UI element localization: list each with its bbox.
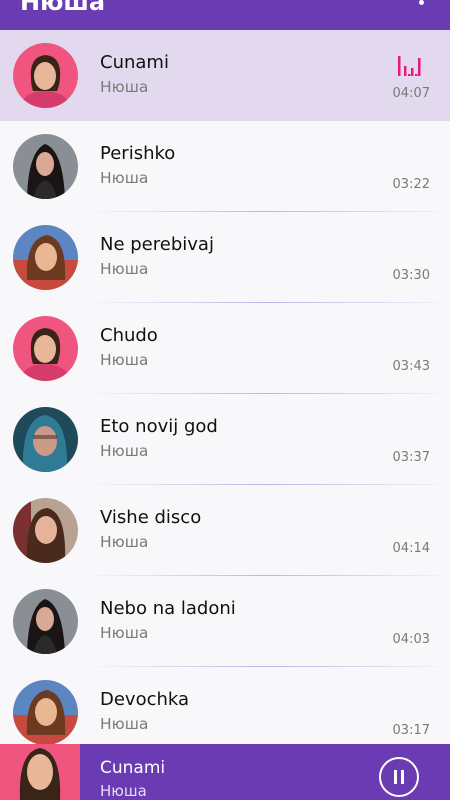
song-duration: 04:03 [392, 632, 430, 647]
song-row[interactable]: Vishe disco Нюша 04:14 [0, 485, 450, 576]
song-duration: 03:37 [392, 450, 430, 465]
artist-avatar [13, 225, 78, 290]
overflow-menu-icon[interactable] [419, 0, 424, 5]
song-row[interactable]: Ne perebivaj Нюша 03:30 [0, 212, 450, 303]
now-playing-artwork [0, 744, 80, 800]
artist-avatar [13, 589, 78, 654]
song-artist: Нюша [100, 533, 149, 551]
artist-avatar [13, 498, 78, 563]
song-artist: Нюша [100, 169, 149, 187]
equalizer-icon [398, 56, 421, 76]
song-title: Nebo na ladoni [100, 598, 236, 619]
song-title: Vishe disco [100, 507, 202, 528]
pause-icon-bar [401, 770, 404, 784]
song-list: Cunami Нюша 04:07 Perishko Нюша 03:22 Ne… [0, 30, 450, 744]
song-row[interactable]: Nebo na ladoni Нюша 04:03 [0, 576, 450, 667]
song-duration: 03:17 [392, 723, 430, 738]
song-title: Eto novij god [100, 416, 218, 437]
artist-avatar [13, 407, 78, 472]
now-playing-artist: Нюша [100, 782, 147, 800]
pause-icon [394, 770, 397, 784]
pause-button[interactable] [379, 757, 419, 797]
song-row[interactable]: Devochka Нюша 03:17 [0, 667, 450, 744]
artist-avatar [13, 134, 78, 199]
song-artist: Нюша [100, 624, 149, 642]
song-row[interactable]: Perishko Нюша 03:22 [0, 121, 450, 212]
song-title: Devochka [100, 689, 190, 710]
song-duration: 04:14 [392, 541, 430, 556]
song-artist: Нюша [100, 260, 149, 278]
song-artist: Нюша [100, 715, 149, 733]
now-playing-bar[interactable]: Cunami Нюша [0, 744, 450, 800]
artist-avatar [13, 43, 78, 108]
song-artist: Нюша [100, 442, 149, 460]
song-artist: Нюша [100, 78, 149, 96]
song-row-active[interactable]: Cunami Нюша 04:07 [0, 30, 450, 121]
song-title: Cunami [100, 52, 169, 73]
song-row[interactable]: Eto novij god Нюша 03:37 [0, 394, 450, 485]
song-duration: 03:30 [392, 268, 430, 283]
artist-avatar [13, 316, 78, 381]
song-duration: 04:07 [392, 86, 430, 101]
app-title: Нюша [20, 0, 106, 16]
song-row[interactable]: Chudo Нюша 03:43 [0, 303, 450, 394]
app-bar: Нюша [0, 0, 450, 30]
song-duration: 03:43 [392, 359, 430, 374]
song-title: Perishko [100, 143, 176, 164]
artist-avatar [13, 680, 78, 744]
now-playing-title: Cunami [100, 758, 166, 778]
song-title: Ne perebivaj [100, 234, 214, 255]
song-duration: 03:22 [392, 177, 430, 192]
song-title: Chudo [100, 325, 158, 346]
song-artist: Нюша [100, 351, 149, 369]
